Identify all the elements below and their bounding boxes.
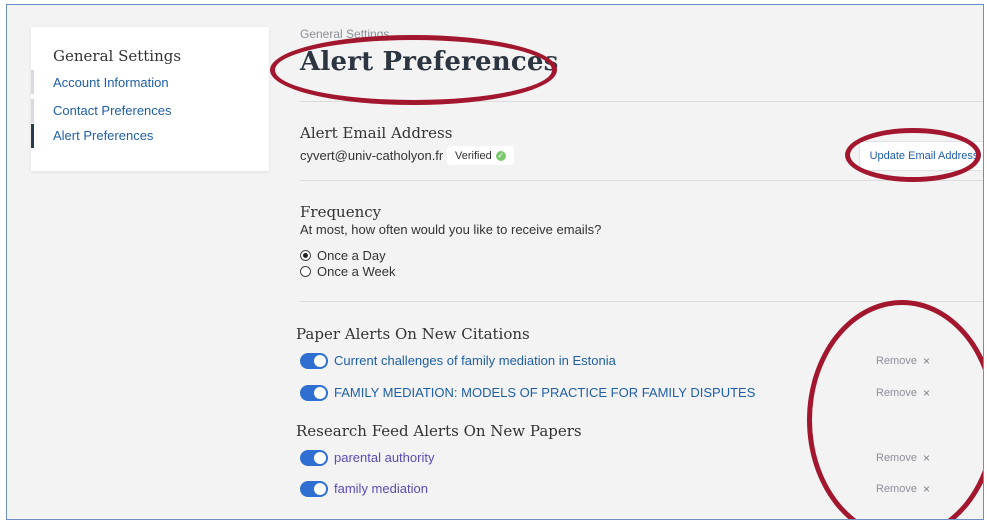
remove-button[interactable]: Remove × (876, 354, 930, 368)
remove-button[interactable]: Remove × (876, 482, 930, 496)
remove-label: Remove (876, 387, 917, 399)
radio-unselected-icon[interactable] (300, 266, 311, 277)
close-icon: × (922, 354, 930, 368)
check-icon: ✓ (495, 150, 506, 161)
sidebar-marker (31, 70, 34, 94)
list-item: Current challenges of family mediation i… (300, 352, 940, 372)
radio-label: Once a Day (317, 248, 386, 263)
close-icon: × (922, 386, 930, 400)
settings-sidebar: General Settings Account Information Con… (31, 27, 269, 171)
sidebar-item-contact-preferences[interactable]: Contact Preferences (53, 103, 172, 118)
frequency-question: At most, how often would you like to rec… (300, 222, 602, 237)
update-email-address-button[interactable]: Update Email Address (859, 141, 983, 171)
alert-paper-link[interactable]: Current challenges of family mediation i… (334, 353, 616, 368)
alert-toggle[interactable] (300, 353, 328, 369)
list-item: FAMILY MEDIATION: MODELS OF PRACTICE FOR… (300, 384, 940, 404)
divider (300, 101, 983, 102)
remove-button[interactable]: Remove × (876, 451, 930, 465)
page-title: Alert Preferences (300, 47, 559, 77)
alert-toggle[interactable] (300, 481, 328, 497)
close-icon: × (922, 451, 930, 465)
radio-once-a-day[interactable]: Once a Day (300, 248, 386, 263)
alert-toggle[interactable] (300, 450, 328, 466)
sidebar-item-alert-preferences[interactable]: Alert Preferences (53, 128, 153, 143)
sidebar-active-marker (31, 124, 34, 148)
breadcrumb[interactable]: General Settings (300, 27, 389, 41)
alert-feed-link[interactable]: parental authority (334, 450, 434, 465)
list-item: family mediation Remove × (300, 480, 940, 500)
verified-label: Verified (455, 149, 492, 162)
alert-email-heading: Alert Email Address (300, 124, 453, 142)
close-icon: × (922, 482, 930, 496)
feed-alerts-heading: Research Feed Alerts On New Papers (296, 422, 582, 440)
divider (300, 301, 983, 302)
list-item: parental authority Remove × (300, 449, 940, 469)
alert-paper-link[interactable]: FAMILY MEDIATION: MODELS OF PRACTICE FOR… (334, 385, 755, 400)
remove-label: Remove (876, 452, 917, 464)
settings-window: General Settings Account Information Con… (6, 4, 984, 520)
remove-button[interactable]: Remove × (876, 386, 930, 400)
remove-label: Remove (876, 355, 917, 367)
divider (300, 180, 983, 181)
verified-badge: Verified ✓ (447, 146, 514, 165)
alert-feed-link[interactable]: family mediation (334, 481, 428, 496)
frequency-heading: Frequency (300, 203, 382, 221)
sidebar-item-account-information[interactable]: Account Information (53, 75, 169, 90)
sidebar-marker (31, 99, 34, 123)
radio-selected-icon[interactable] (300, 250, 311, 261)
radio-label: Once a Week (317, 264, 396, 279)
sidebar-title: General Settings (53, 47, 182, 65)
remove-label: Remove (876, 483, 917, 495)
alert-email-address: cyvert@univ-catholyon.fr (300, 148, 444, 163)
radio-once-a-week[interactable]: Once a Week (300, 264, 396, 279)
paper-alerts-heading: Paper Alerts On New Citations (296, 325, 530, 343)
alert-toggle[interactable] (300, 385, 328, 401)
